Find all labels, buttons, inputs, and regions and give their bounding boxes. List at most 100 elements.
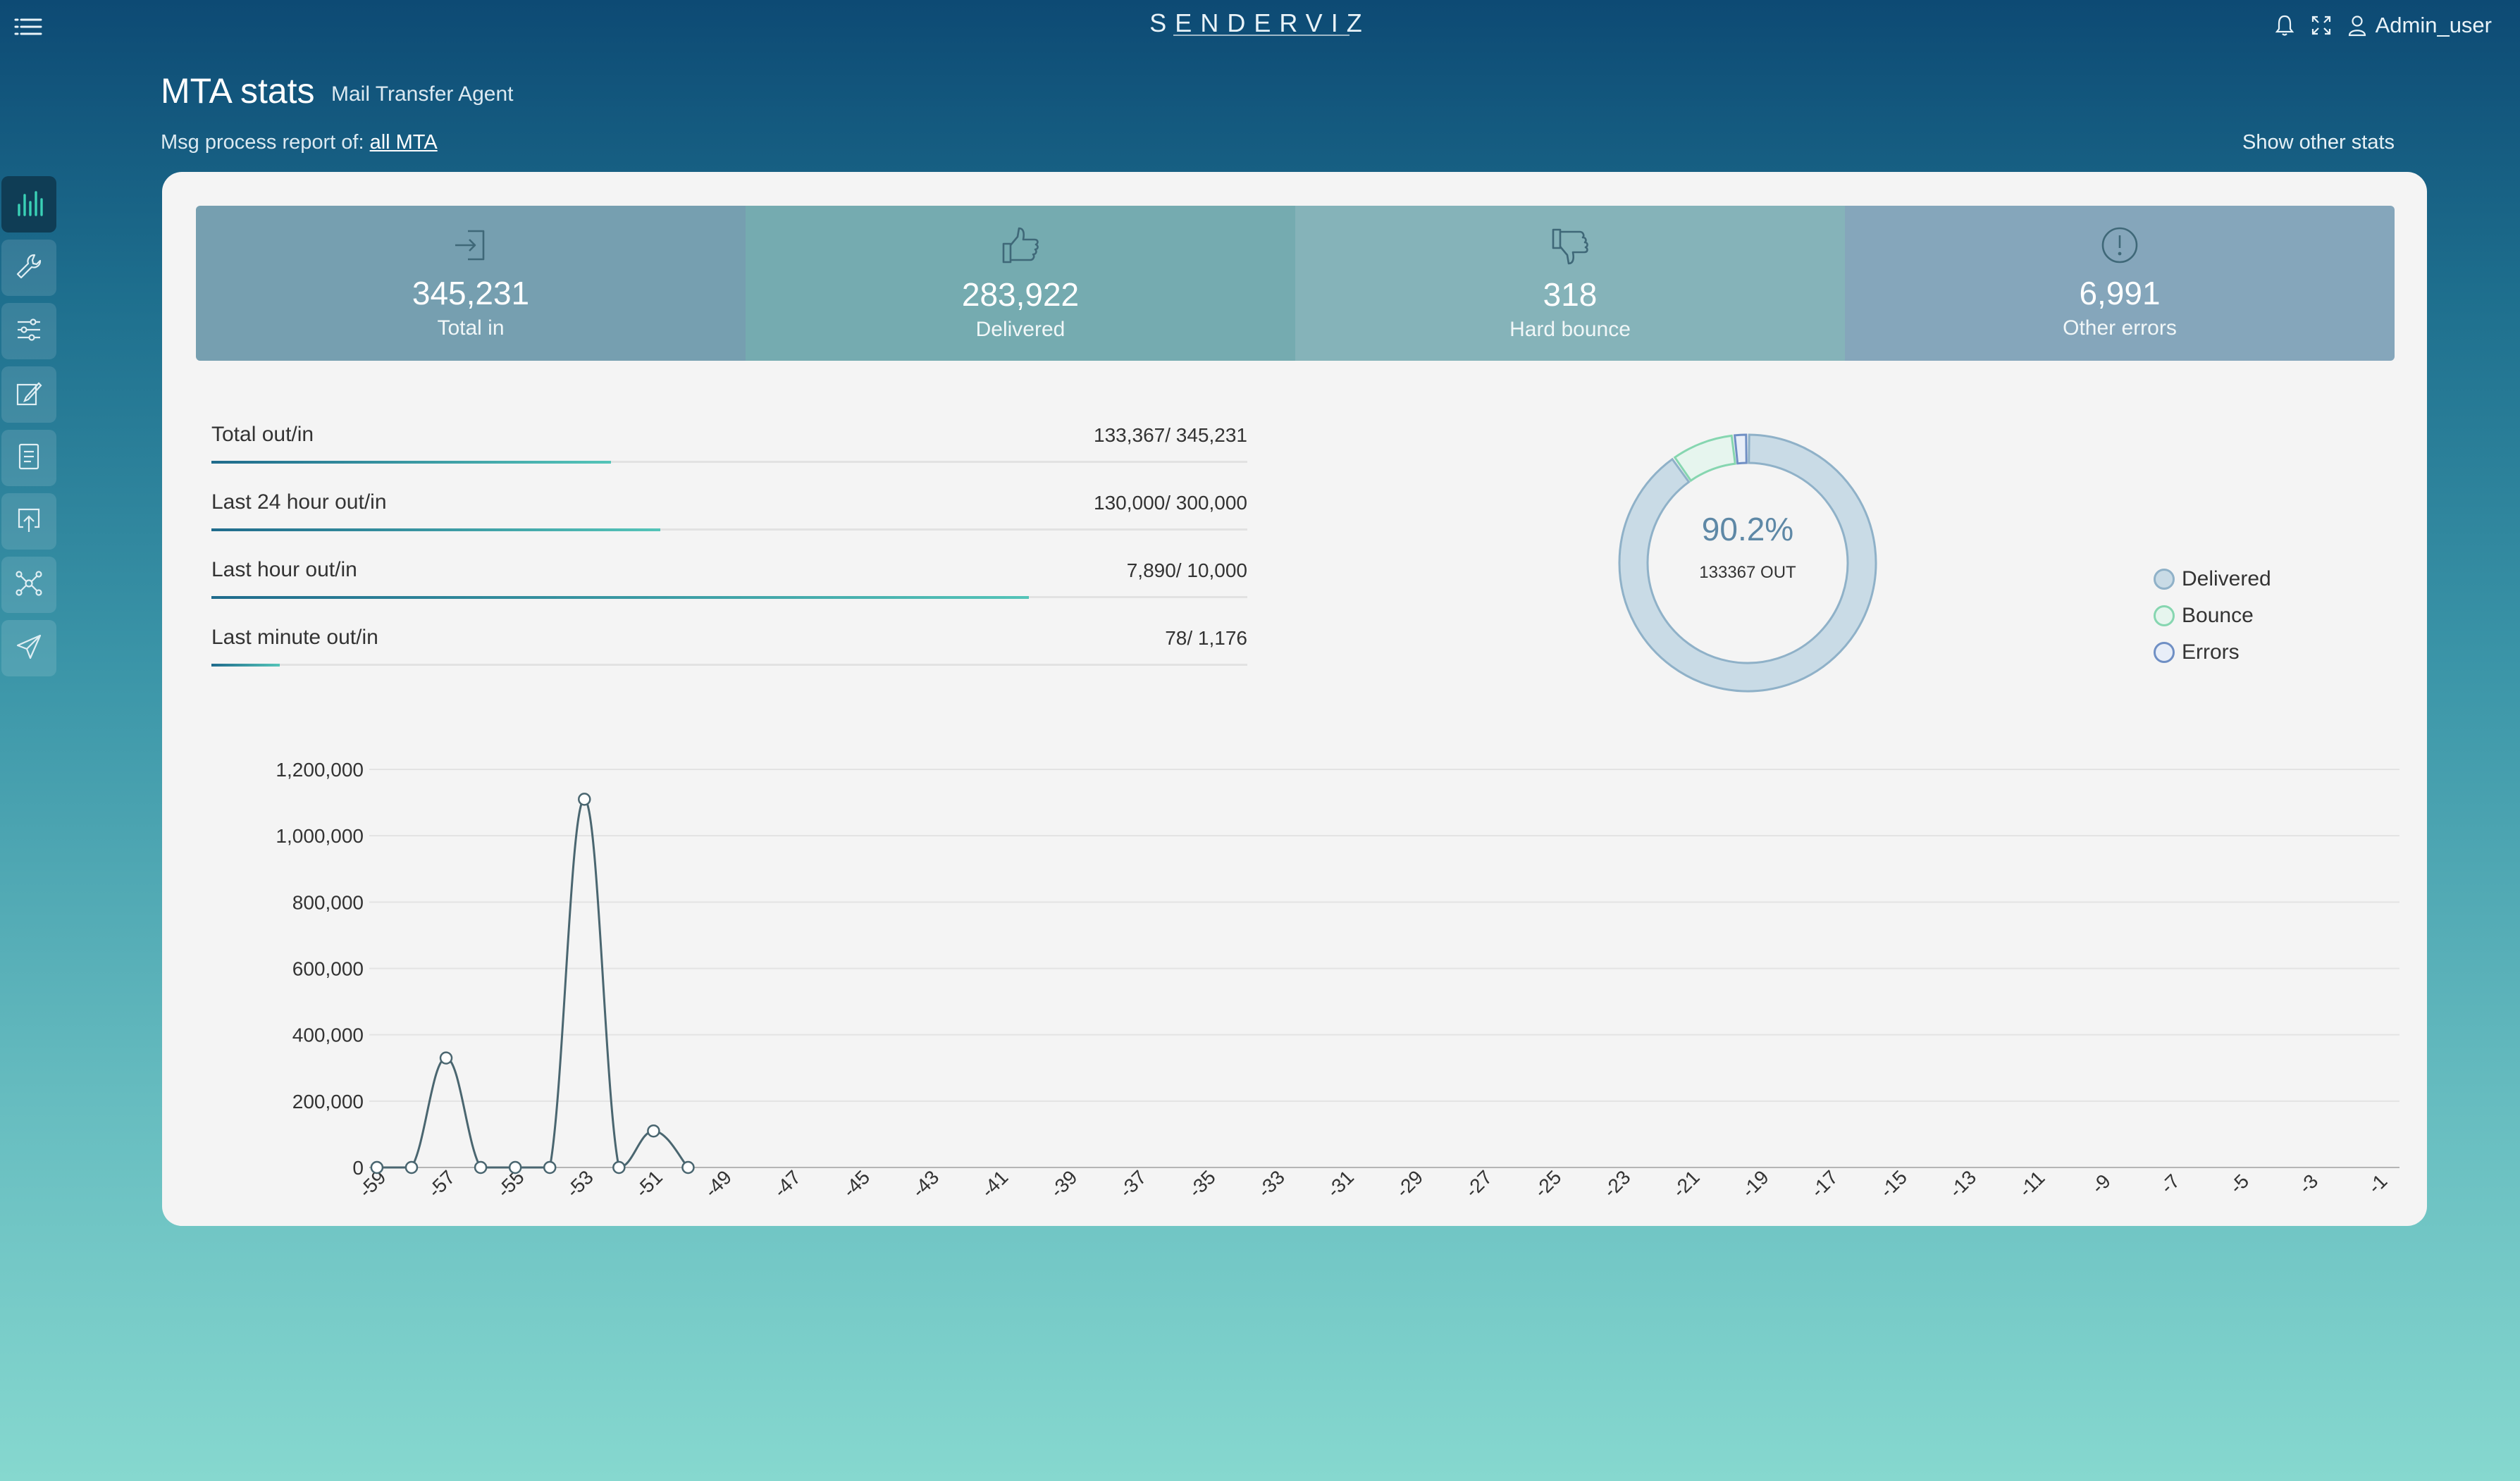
x-tick-label: -21 (1668, 1166, 1704, 1202)
stat-value: 6,991 (2079, 275, 2161, 311)
donut-percent: 90.2% (1701, 511, 1794, 547)
sidebar-item-edit[interactable] (1, 366, 56, 423)
progress-label: Last hour out/in (211, 558, 357, 581)
user-menu[interactable]: Admin_user (2347, 13, 2492, 38)
x-tick-label: -43 (908, 1166, 944, 1202)
report-line: Msg process report of: all MTA (161, 131, 438, 154)
x-tick-label: -49 (700, 1166, 736, 1202)
progress-row-minute: Last minute out/in 78/ 1,176 (211, 626, 1247, 693)
sidebar-item-network[interactable] (1, 557, 56, 613)
report-mta-link[interactable]: all MTA (370, 131, 438, 154)
y-tick-label: 400,000 (292, 1024, 364, 1046)
x-tick-label: -25 (1530, 1166, 1566, 1202)
show-other-stats-link[interactable]: Show other stats (2242, 131, 2395, 154)
stat-card-other-errors: 6,991 Other errors (1845, 206, 2395, 361)
brand-logo: SENDERVIZ (1149, 8, 1371, 37)
series-line (376, 798, 689, 1169)
bell-icon[interactable] (2274, 14, 2295, 37)
legend-item-delivered[interactable]: Delivered (2154, 561, 2271, 597)
y-tick-label: 1,200,000 (276, 759, 364, 781)
stat-label: Total in (437, 316, 505, 340)
stat-card-hard-bounce: 318 Hard bounce (1295, 206, 1845, 361)
legend-item-bounce[interactable]: Bounce (2154, 597, 2271, 634)
donut-segment-errors[interactable] (1733, 433, 1748, 465)
sign-in-icon (451, 230, 490, 268)
donut-out-label: 133367 OUT (1699, 563, 1796, 582)
stat-value: 318 (1543, 276, 1598, 313)
x-tick-label: -53 (562, 1166, 598, 1202)
network-icon (15, 569, 43, 601)
x-tick-label: -27 (1461, 1166, 1497, 1202)
brand-underline (1173, 35, 1349, 36)
sidebar-item-upload[interactable] (1, 493, 56, 550)
y-tick-label: 800,000 (292, 891, 364, 913)
username: Admin_user (2375, 13, 2492, 37)
x-tick-label: -51 (631, 1166, 667, 1202)
progress-value: 133,367/ 345,231 (1094, 424, 1247, 446)
legend-dot (2154, 642, 2175, 663)
sidebar-item-settings[interactable] (1, 303, 56, 359)
bar-chart-icon (15, 188, 43, 221)
sidebar-item-tools[interactable] (1, 240, 56, 296)
thumbs-down-icon (1549, 228, 1591, 269)
page-title: MTA stats (161, 71, 315, 111)
y-tick-label: 200,000 (292, 1091, 364, 1113)
progress-label: Last minute out/in (211, 626, 378, 649)
data-point[interactable] (508, 1160, 522, 1175)
x-tick-label: -57 (424, 1166, 459, 1202)
x-tick-label: -29 (1392, 1166, 1428, 1202)
x-tick-label: -45 (839, 1166, 875, 1202)
x-tick-label: -39 (1046, 1166, 1082, 1202)
data-point[interactable] (647, 1124, 660, 1138)
x-tick-label: -5 (2225, 1170, 2254, 1198)
data-point[interactable] (370, 1160, 384, 1175)
data-point[interactable] (543, 1160, 557, 1175)
stat-label: Other errors (2063, 316, 2177, 340)
progress-list: Total out/in 133,367/ 345,231 Last 24 ho… (211, 423, 1247, 693)
stat-card-delivered: 283,922 Delivered (746, 206, 1295, 361)
progress-track (211, 664, 1247, 666)
progress-fill (211, 528, 660, 531)
fullscreen-icon[interactable] (2311, 15, 2332, 36)
x-tick-label: -13 (1945, 1166, 1981, 1202)
progress-fill (211, 664, 280, 667)
progress-fill (211, 461, 612, 464)
page-subtitle: Mail Transfer Agent (331, 82, 514, 106)
progress-row-total: Total out/in 133,367/ 345,231 (211, 423, 1247, 490)
data-point[interactable] (681, 1160, 695, 1175)
x-tick-label: -31 (1323, 1166, 1359, 1202)
stat-value: 283,922 (961, 276, 1080, 313)
legend-dot (2154, 605, 2175, 626)
upload-icon (15, 506, 43, 538)
send-icon (15, 633, 43, 664)
edit-icon (15, 379, 43, 411)
x-tick-label: -9 (2087, 1170, 2115, 1198)
data-point[interactable] (439, 1051, 453, 1065)
progress-value: 130,000/ 300,000 (1094, 492, 1247, 514)
donut-legend: Delivered Bounce Errors (2154, 561, 2271, 671)
progress-row-hour: Last hour out/in 7,890/ 10,000 (211, 558, 1247, 626)
document-icon (17, 442, 41, 474)
data-point[interactable] (404, 1160, 419, 1175)
thumbs-up-icon (999, 227, 1042, 269)
sliders-icon (15, 317, 43, 346)
data-point[interactable] (474, 1160, 488, 1175)
data-point[interactable] (578, 793, 591, 806)
wrench-icon (15, 252, 43, 284)
data-point[interactable] (612, 1160, 626, 1175)
x-tick-label: -35 (1184, 1166, 1220, 1202)
stat-label: Delivered (975, 318, 1066, 341)
sidebar-item-stats[interactable] (1, 176, 56, 233)
legend-label: Delivered (2182, 567, 2271, 590)
report-prefix: Msg process report of: (161, 131, 364, 154)
sidebar-item-send[interactable] (1, 620, 56, 676)
stat-label: Hard bounce (1509, 318, 1631, 341)
y-tick-label: 0 (352, 1157, 364, 1179)
legend-item-errors[interactable]: Errors (2154, 634, 2271, 671)
x-tick-label: -11 (2015, 1167, 2049, 1201)
stat-cards: 345,231 Total in 283,922 Delivered 318 H… (196, 206, 2395, 361)
x-tick-label: -3 (2294, 1170, 2323, 1198)
legend-label: Errors (2182, 640, 2240, 664)
traffic-line-chart: 0 200,000 400,000 600,000 800,000 1,000,000 1,… (276, 759, 2399, 1202)
sidebar-item-documents[interactable] (1, 430, 56, 486)
